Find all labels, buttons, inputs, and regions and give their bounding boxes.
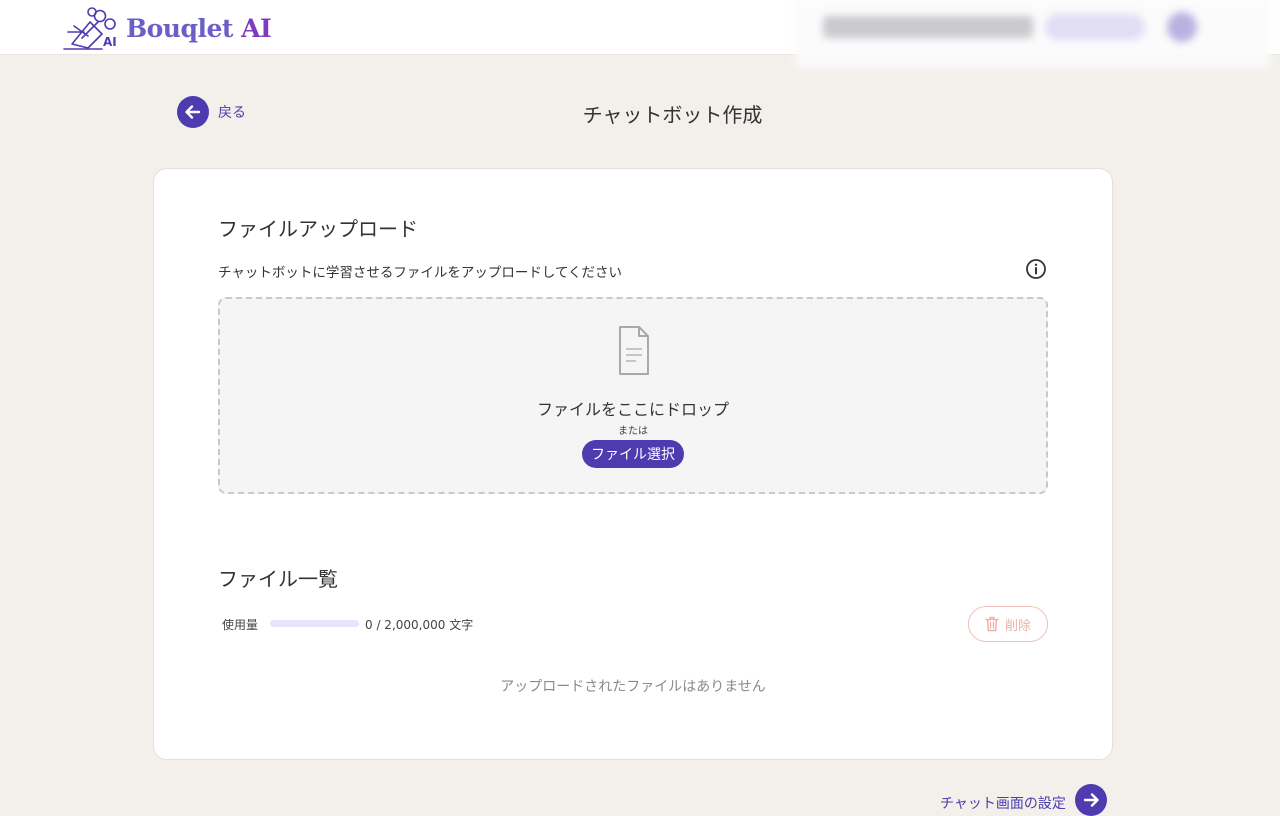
brand-logo[interactable]: AI Bouqlet AI bbox=[62, 4, 272, 52]
delete-button[interactable]: 削除 bbox=[968, 606, 1048, 642]
brand-name: Bouqlet AI bbox=[126, 13, 272, 43]
arrow-right-icon bbox=[1074, 784, 1107, 816]
usage-value: 0 / 2,000,000 文字 bbox=[365, 618, 474, 632]
delete-label: 削除 bbox=[1004, 618, 1031, 634]
usage-progress-bar bbox=[270, 620, 359, 627]
brand-name-main: Bouqlet bbox=[126, 13, 233, 43]
trash-icon bbox=[985, 616, 999, 632]
avatar[interactable] bbox=[1167, 12, 1197, 42]
page-title: チャットボット作成 bbox=[582, 103, 763, 127]
next-label: チャット画面の設定 bbox=[940, 796, 1066, 812]
file-drop-zone[interactable]: ファイルをここにドロップ または ファイル選択 bbox=[218, 297, 1048, 494]
account-name[interactable] bbox=[823, 16, 1033, 38]
plan-badge[interactable] bbox=[1045, 14, 1145, 40]
top-bar: AI Bouqlet AI bbox=[0, 0, 1280, 68]
account-area-blurred bbox=[795, 0, 1270, 68]
logo-badge: AI bbox=[103, 35, 117, 49]
main-card: ファイルアップロード チャットボットに学習させるファイルをアップロードしてくださ… bbox=[153, 168, 1113, 760]
upload-section-title: ファイルアップロード bbox=[218, 217, 418, 241]
empty-file-list-message: アップロードされたファイルはありません bbox=[500, 679, 766, 695]
bouquet-icon: AI bbox=[62, 4, 120, 52]
or-text: または bbox=[618, 426, 648, 437]
next-button[interactable]: チャット画面の設定 bbox=[940, 784, 1107, 816]
upload-description: チャットボットに学習させるファイルをアップロードしてください bbox=[218, 265, 623, 281]
usage-label: 使用量 bbox=[222, 618, 259, 632]
info-icon[interactable] bbox=[1025, 258, 1047, 280]
file-list-title: ファイル一覧 bbox=[218, 567, 338, 591]
select-file-button[interactable]: ファイル選択 bbox=[582, 440, 684, 468]
brand-name-suffix: AI bbox=[241, 13, 272, 43]
document-icon bbox=[617, 325, 651, 377]
drop-instruction: ファイルをここにドロップ bbox=[536, 400, 729, 419]
